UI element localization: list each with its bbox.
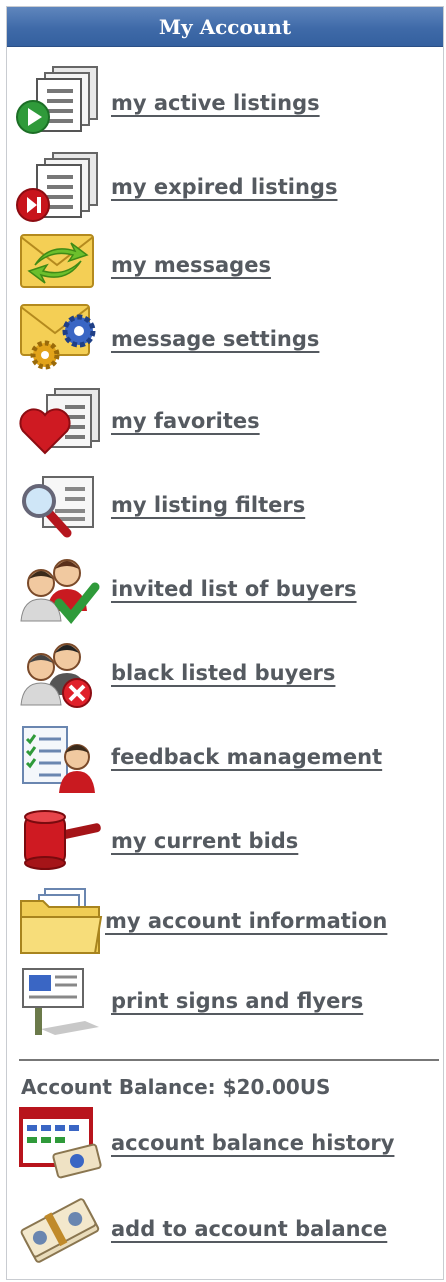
- menu-item-add-balance[interactable]: add to account balance: [7, 1191, 443, 1267]
- menu-label[interactable]: my active listings: [111, 91, 320, 115]
- menu-label[interactable]: account balance history: [111, 1131, 394, 1155]
- menu-item-messages[interactable]: my messages: [7, 227, 443, 303]
- menu-label[interactable]: feedback management: [111, 745, 382, 769]
- account-balance-text: Account Balance: $20.00US: [21, 1075, 331, 1099]
- menu-label[interactable]: print signs and flyers: [111, 989, 363, 1013]
- invited-buyers-icon: [15, 551, 105, 627]
- menu-item-message-settings[interactable]: message settings: [7, 301, 443, 377]
- menu-label[interactable]: my current bids: [111, 829, 298, 853]
- menu-label[interactable]: my listing filters: [111, 493, 305, 517]
- menu-label[interactable]: my account information: [105, 909, 387, 933]
- menu-label[interactable]: message settings: [111, 327, 319, 351]
- money-icon: [15, 1191, 105, 1267]
- menu-label[interactable]: my expired listings: [111, 175, 337, 199]
- my-account-panel: My Account my active listings my expired…: [6, 6, 444, 1280]
- menu-label[interactable]: my messages: [111, 253, 271, 277]
- menu-item-invited-buyers[interactable]: invited list of buyers: [7, 551, 443, 627]
- menu-item-print-signs[interactable]: print signs and flyers: [7, 963, 443, 1039]
- sign-icon: [15, 963, 105, 1039]
- folder-icon: [15, 883, 105, 959]
- menu-label[interactable]: add to account balance: [111, 1217, 387, 1241]
- menu-item-balance-history[interactable]: account balance history: [7, 1105, 443, 1181]
- feedback-icon: [15, 719, 105, 795]
- panel-header: My Account: [7, 7, 443, 47]
- menu-item-expired-listings[interactable]: my expired listings: [7, 149, 443, 225]
- section-divider: [19, 1059, 439, 1061]
- menu-item-favorites[interactable]: my favorites: [7, 383, 443, 459]
- listing-filters-icon: [15, 467, 105, 543]
- blacklisted-buyers-icon: [15, 635, 105, 711]
- menu-item-account-information[interactable]: my account information: [7, 883, 443, 959]
- menu-label[interactable]: invited list of buyers: [111, 577, 357, 601]
- menu-item-current-bids[interactable]: my current bids: [7, 803, 443, 879]
- message-settings-icon: [15, 299, 105, 375]
- favorites-icon: [15, 383, 105, 459]
- menu-item-active-listings[interactable]: my active listings: [7, 65, 443, 141]
- menu-item-blacklisted-buyers[interactable]: black listed buyers: [7, 635, 443, 711]
- expired-listings-icon: [15, 149, 105, 225]
- messages-icon: [15, 225, 105, 301]
- active-listings-icon: [15, 63, 105, 139]
- gavel-icon: [15, 803, 105, 879]
- menu-label[interactable]: my favorites: [111, 409, 260, 433]
- menu-item-feedback-management[interactable]: feedback management: [7, 719, 443, 795]
- balance-history-icon: [15, 1105, 105, 1181]
- menu-item-listing-filters[interactable]: my listing filters: [7, 467, 443, 543]
- menu-label[interactable]: black listed buyers: [111, 661, 335, 685]
